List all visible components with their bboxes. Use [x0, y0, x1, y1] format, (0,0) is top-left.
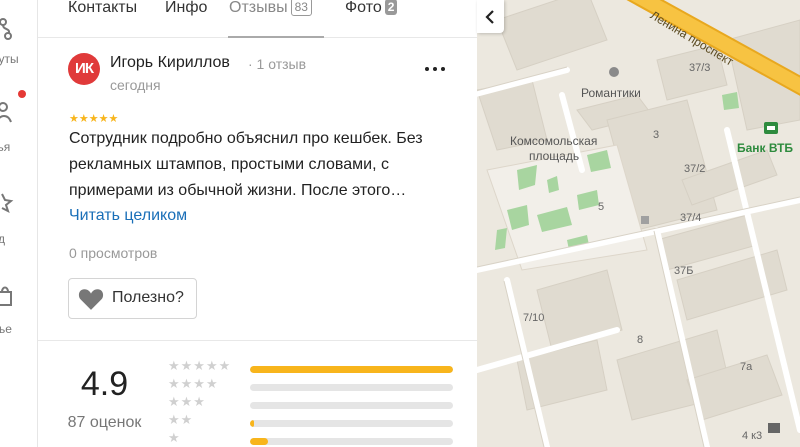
rating-count: 87 оценок — [67, 414, 142, 431]
tab-contacts-label: Контакты — [68, 0, 138, 16]
left-rail: руты зья д лье — [0, 0, 38, 447]
heart-icon — [78, 289, 104, 310]
map-label-poi: Романтики — [581, 86, 641, 100]
chevron-left-icon — [485, 10, 494, 24]
app-root: руты зья д лье Контакты — [0, 0, 800, 447]
review-author[interactable]: Игорь Кириллов — [110, 54, 230, 72]
rail-label-routes: руты — [0, 52, 19, 66]
map-label-bank: Банк ВТБ — [737, 141, 794, 155]
map-label-square: площадь — [529, 149, 580, 163]
review-rating-stars: ★★★★★ — [69, 113, 119, 125]
map-label-building: 37/2 — [684, 163, 706, 175]
distribution-bar-fill — [250, 420, 255, 427]
distribution-bar — [250, 420, 453, 427]
rating-distribution-row: ★★ — [168, 412, 458, 430]
review-views: 0 просмотров — [69, 245, 158, 261]
map-label-square: Комсомольская — [510, 134, 598, 148]
distribution-bar — [250, 438, 453, 445]
read-more-link[interactable]: Читать целиком — [69, 207, 187, 225]
star-icon — [1, 193, 14, 213]
tab-info-label: Инфо — [165, 0, 208, 16]
distribution-bar-fill — [250, 438, 269, 445]
map-label-building: 37Б — [674, 265, 694, 277]
distribution-bar — [250, 366, 453, 373]
dot-icon — [425, 67, 429, 71]
distribution-stars: ★★ — [168, 412, 194, 427]
tab-info[interactable]: Инфо — [165, 0, 207, 19]
dot-icon — [441, 67, 445, 71]
rating-distribution-row: ★★★ — [168, 394, 458, 412]
map-label-building: 7а — [740, 361, 753, 373]
distribution-stars: ★★★★ — [168, 376, 219, 391]
tab-bar: Контакты Инфо Отзывы 83 Фото 2 — [38, 0, 477, 38]
notification-dot — [18, 90, 26, 98]
route-icon — [0, 18, 12, 40]
avatar[interactable]: ИК — [68, 53, 100, 85]
map-label-building: 3 — [653, 129, 660, 141]
friends-icon — [0, 102, 12, 123]
map-label-building: 8 — [637, 334, 644, 346]
distribution-bar-fill — [250, 366, 453, 373]
tab-reviews-count: 83 — [290, 0, 312, 16]
tab-reviews[interactable]: Отзывы 83 — [229, 0, 312, 19]
tab-reviews-label: Отзывы — [229, 0, 288, 16]
useful-label: Полезно? — [112, 289, 184, 306]
section-divider — [38, 340, 477, 341]
author-review-count: · 1 отзыв — [248, 56, 307, 72]
rating-distribution-row: ★ — [168, 430, 458, 447]
map[interactable]: Ленина проспект Романтики Комсомольская … — [477, 0, 800, 447]
distribution-stars: ★★★★★ — [168, 358, 232, 373]
poi-marker[interactable] — [609, 67, 619, 77]
rating-distribution-row: ★★★★★ — [168, 358, 458, 376]
tab-contacts[interactable]: Контакты — [68, 0, 137, 19]
rail-label-favorites: д — [0, 232, 5, 246]
useful-button[interactable]: Полезно? — [68, 278, 197, 319]
tab-photos-count: 2 — [384, 0, 398, 15]
distribution-bar — [250, 384, 453, 391]
review-text: Сотрудник подробно объяснил про кешбек. … — [69, 130, 423, 199]
distribution-stars: ★ — [168, 430, 181, 445]
rail-label-wallet: лье — [0, 322, 12, 336]
collapse-panel-button[interactable] — [477, 0, 504, 33]
map-label-building: 7/10 — [523, 312, 545, 324]
review-date: сегодня — [110, 77, 161, 93]
map-label-building: 37/4 — [680, 212, 702, 224]
active-tab-indicator — [228, 36, 324, 38]
distribution-stars: ★★★ — [168, 394, 206, 409]
map-canvas — [477, 0, 800, 447]
tab-photos-label: Фото — [345, 0, 382, 16]
rail-label-friends: зья — [0, 140, 11, 154]
rating-distribution-row: ★★★★ — [168, 376, 458, 394]
average-rating: 4.9 — [80, 365, 129, 403]
distribution-bar — [250, 402, 453, 409]
org-panel: Контакты Инфо Отзывы 83 Фото 2 ИК Игорь Ки… — [38, 0, 477, 447]
dot-icon — [433, 67, 437, 71]
map-label-building: 37/3 — [689, 62, 711, 74]
map-label-building: 5 — [598, 201, 605, 213]
bag-icon — [0, 286, 12, 306]
tab-photos[interactable]: Фото 2 — [345, 0, 398, 19]
map-label-building: 4 к3 — [742, 430, 763, 442]
more-options-button[interactable] — [424, 60, 446, 76]
